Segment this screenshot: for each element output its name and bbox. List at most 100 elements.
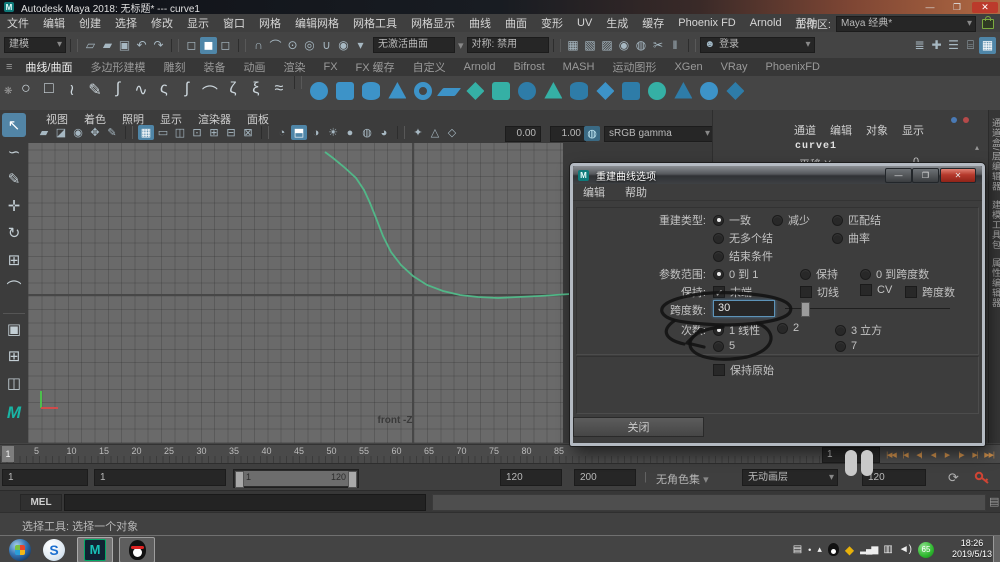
maya-taskbar-button[interactable]: M [77, 536, 113, 562]
spans-slider-handle[interactable] [801, 302, 810, 317]
shelf-menu-icon[interactable]: ≡ [6, 61, 12, 73]
animation-start-field[interactable]: 1 [94, 469, 226, 486]
layout-two-pane-button[interactable]: ◫ [2, 371, 26, 395]
menu-item[interactable]: 选择 [108, 15, 144, 31]
birail-icon[interactable] [570, 82, 589, 100]
safe-action-icon[interactable]: ⊟ [223, 125, 239, 140]
step-back-frame-button[interactable]: |◀ [898, 447, 912, 462]
make-live-icon[interactable]: ◉ [335, 37, 352, 54]
keyboard-tray-icon[interactable]: ▤ [793, 544, 802, 555]
bezier-curve-icon[interactable]: ∿ [129, 80, 152, 100]
option-degree-1-linear[interactable]: 1 线性 [713, 322, 760, 338]
qq-taskbar-button[interactable] [119, 536, 155, 562]
workspace-dropdown[interactable]: Maya 经典* ▾ [836, 16, 976, 32]
menu-item[interactable]: 网格工具 [346, 15, 404, 31]
snap-options-arrow-icon[interactable]: ▾ [352, 37, 369, 54]
resolution-gate-icon[interactable]: ◫ [172, 125, 188, 140]
motion-blur-icon[interactable]: ◕ [376, 125, 392, 140]
loft-icon[interactable] [492, 82, 511, 100]
sidebar-vertical-tab[interactable]: 属性编辑器 [990, 258, 1000, 308]
render-view-icon[interactable]: ▦ [565, 37, 582, 54]
select-tool[interactable]: ↖ [2, 113, 26, 137]
bevel-icon[interactable] [622, 82, 641, 100]
shelf-tab[interactable]: FX 缓存 [347, 59, 404, 75]
channel-display-dot-icon[interactable] [951, 117, 957, 123]
snap-point-icon[interactable]: ⊙ [284, 37, 301, 54]
paint-select-tool[interactable]: ✎ [2, 167, 26, 191]
curve-fillet-icon[interactable]: ⌒ [198, 80, 221, 104]
shelf-tab[interactable]: MASH [554, 61, 604, 73]
menu-item[interactable]: 生成 [599, 15, 635, 31]
menu-item[interactable]: 修改 [144, 15, 180, 31]
check-keep-original[interactable]: 保持原始 [713, 362, 774, 378]
nurbs-square-icon[interactable]: □ [37, 80, 60, 98]
option-degree-3-cubic[interactable]: 3 立方 [835, 322, 882, 338]
check-spans[interactable]: 跨度数 [905, 284, 955, 300]
2d-pan-zoom-icon[interactable]: ✥ [87, 125, 103, 140]
bookmark-icon[interactable]: ◪ [53, 125, 69, 140]
go-to-end-button[interactable]: ▶▶| [982, 447, 996, 462]
attribute-editor-toggle-icon[interactable]: ☰ [945, 37, 962, 54]
dialog-minimize-button[interactable]: — [885, 167, 912, 183]
gate-mask-icon[interactable]: ⊡ [189, 125, 205, 140]
shelf-tab[interactable]: 运动图形 [603, 59, 665, 75]
volume-icon[interactable]: ◄) [899, 544, 912, 555]
tool-settings-toggle-icon[interactable]: ⌸ [962, 37, 979, 54]
shelf-tab[interactable]: Arnold [455, 61, 505, 73]
no-active-surface-field[interactable]: 无激活曲面 [373, 37, 455, 53]
tray-expand-icon[interactable]: ▴ [817, 544, 822, 555]
select-hierarchy-icon[interactable]: ◻ [183, 37, 200, 54]
pause-icon[interactable]: ‖ [667, 37, 684, 54]
menu-item[interactable]: Phoenix FD [671, 17, 742, 29]
channel-object-name[interactable]: curve1 [795, 141, 837, 152]
menu-set-dropdown[interactable]: 建模 ▾ [4, 37, 66, 53]
show-desktop-button[interactable] [993, 536, 1000, 562]
range-slider-left-handle[interactable] [235, 471, 244, 488]
anim-layer-dropdown[interactable]: 无动画层 ▾ [742, 469, 838, 486]
menu-item[interactable]: UV [570, 17, 599, 29]
range-slider-right-handle[interactable] [348, 471, 357, 488]
option-0-to-1[interactable]: 0 到 1 [713, 266, 758, 282]
security-shield-icon[interactable]: ◆ [845, 543, 854, 557]
stitch-icon[interactable] [726, 82, 745, 100]
channel-box-menu-item[interactable]: 对象 [859, 122, 895, 138]
play-backward-button[interactable]: ◀ [926, 447, 940, 462]
animation-preferences-icon[interactable]: ⟳ [948, 470, 959, 486]
snap-curve-icon[interactable]: ⌒ [267, 37, 284, 54]
extrude-icon[interactable] [544, 82, 563, 99]
viewport[interactable]: front -Z [28, 143, 563, 443]
animation-end-field[interactable]: 200 [574, 469, 636, 486]
wireframe-icon[interactable]: ◔ [274, 125, 290, 140]
command-input[interactable] [64, 494, 426, 511]
dialog-maximize-button[interactable]: ❐ [912, 167, 939, 183]
range-slider[interactable]: 1 120 [233, 469, 359, 488]
move-tool[interactable]: ✛ [2, 194, 26, 218]
check-tangents[interactable]: 切线 [800, 284, 839, 300]
channel-box-toggle-icon[interactable]: ▦ [979, 36, 996, 54]
step-back-key-button[interactable]: ◀| [912, 447, 926, 462]
symmetry-field[interactable]: 对称: 禁用 [466, 37, 549, 53]
nurbs-sphere-icon[interactable] [310, 82, 329, 100]
shelf-option-icon[interactable]: ≣ [911, 37, 928, 54]
boundary-icon[interactable] [596, 82, 615, 100]
option-degree-7[interactable]: 7 [835, 340, 857, 352]
dialog-close-button[interactable]: ✕ [940, 167, 976, 183]
chevron-down-icon[interactable]: ▾ [458, 39, 464, 52]
grease-pencil-icon[interactable]: ✎ [104, 125, 120, 140]
play-forward-button[interactable]: ▶ [940, 447, 954, 462]
menu-item[interactable]: 编辑网格 [288, 15, 346, 31]
render-current-icon[interactable]: ▧ [582, 37, 599, 54]
bevel-plus-icon[interactable] [648, 82, 667, 100]
nurbs-plane-icon[interactable] [437, 88, 462, 96]
channel-display-dot2-icon[interactable] [963, 117, 969, 123]
select-component-icon[interactable]: ◻ [217, 37, 234, 54]
launch-render-icon[interactable]: ✂ [650, 37, 667, 54]
lasso-select-tool[interactable]: ∽ [2, 140, 26, 164]
maximize-window-button[interactable]: ❐ [945, 2, 969, 13]
shelf-gear-icon[interactable]: ❋ [4, 86, 12, 97]
menu-item[interactable]: 曲线 [462, 15, 498, 31]
option-degree-5[interactable]: 5 [713, 340, 735, 352]
shadows-icon[interactable]: ● [342, 125, 358, 140]
nurbs-circle-icon[interactable]: ○ [14, 80, 37, 98]
sidebar-vertical-tab[interactable]: 通道盒/层编辑器 [990, 118, 1000, 192]
